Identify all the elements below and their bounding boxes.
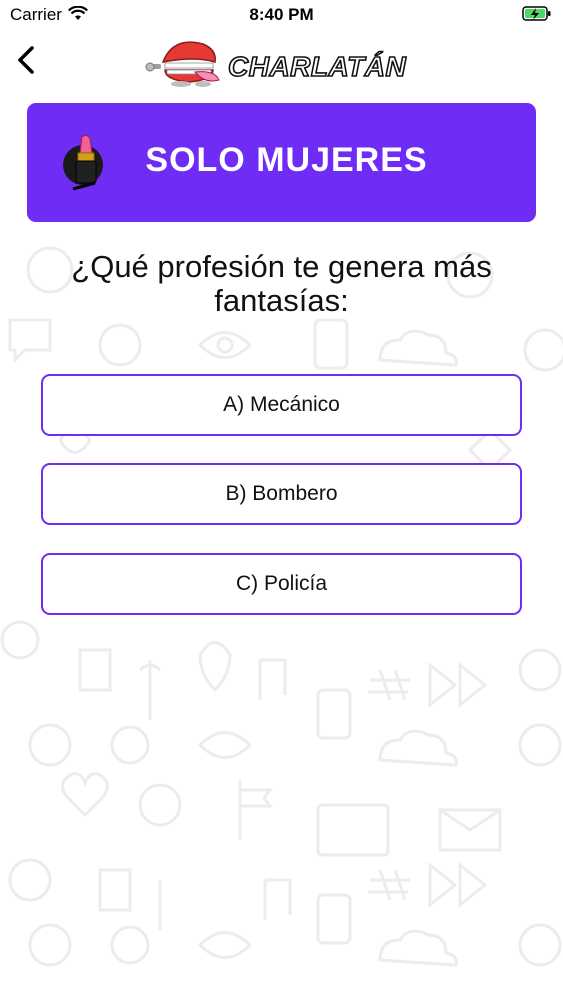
status-time: 8:40 PM — [249, 5, 314, 24]
chevron-left-icon — [18, 46, 34, 74]
status-bar: Carrier 8:40 PM — [0, 0, 563, 30]
answer-option-a[interactable]: A) Mecánico — [41, 374, 522, 436]
answer-label: B) Bombero — [225, 482, 338, 505]
question-text: ¿Qué profesión te genera más fantasías: — [71, 249, 492, 318]
answer-option-b[interactable]: B) Bombero — [41, 463, 522, 525]
battery-charging-icon — [522, 6, 551, 21]
charlatan-logo: CHARLATÁN — [145, 41, 407, 87]
answer-label: C) Policía — [235, 572, 328, 595]
category-banner: SOLO MUJERES — [27, 103, 536, 222]
category-title: SOLO MUJERES — [145, 141, 428, 179]
answer-label: A) Mecánico — [223, 393, 340, 416]
back-button[interactable] — [10, 40, 46, 80]
answer-option-c[interactable]: C) Policía — [41, 553, 522, 615]
nav-bar: CHARLATÁN — [0, 30, 563, 92]
logo-wordmark: CHARLATÁN — [228, 51, 406, 82]
wind-up-chattering-teeth-icon — [145, 41, 220, 87]
